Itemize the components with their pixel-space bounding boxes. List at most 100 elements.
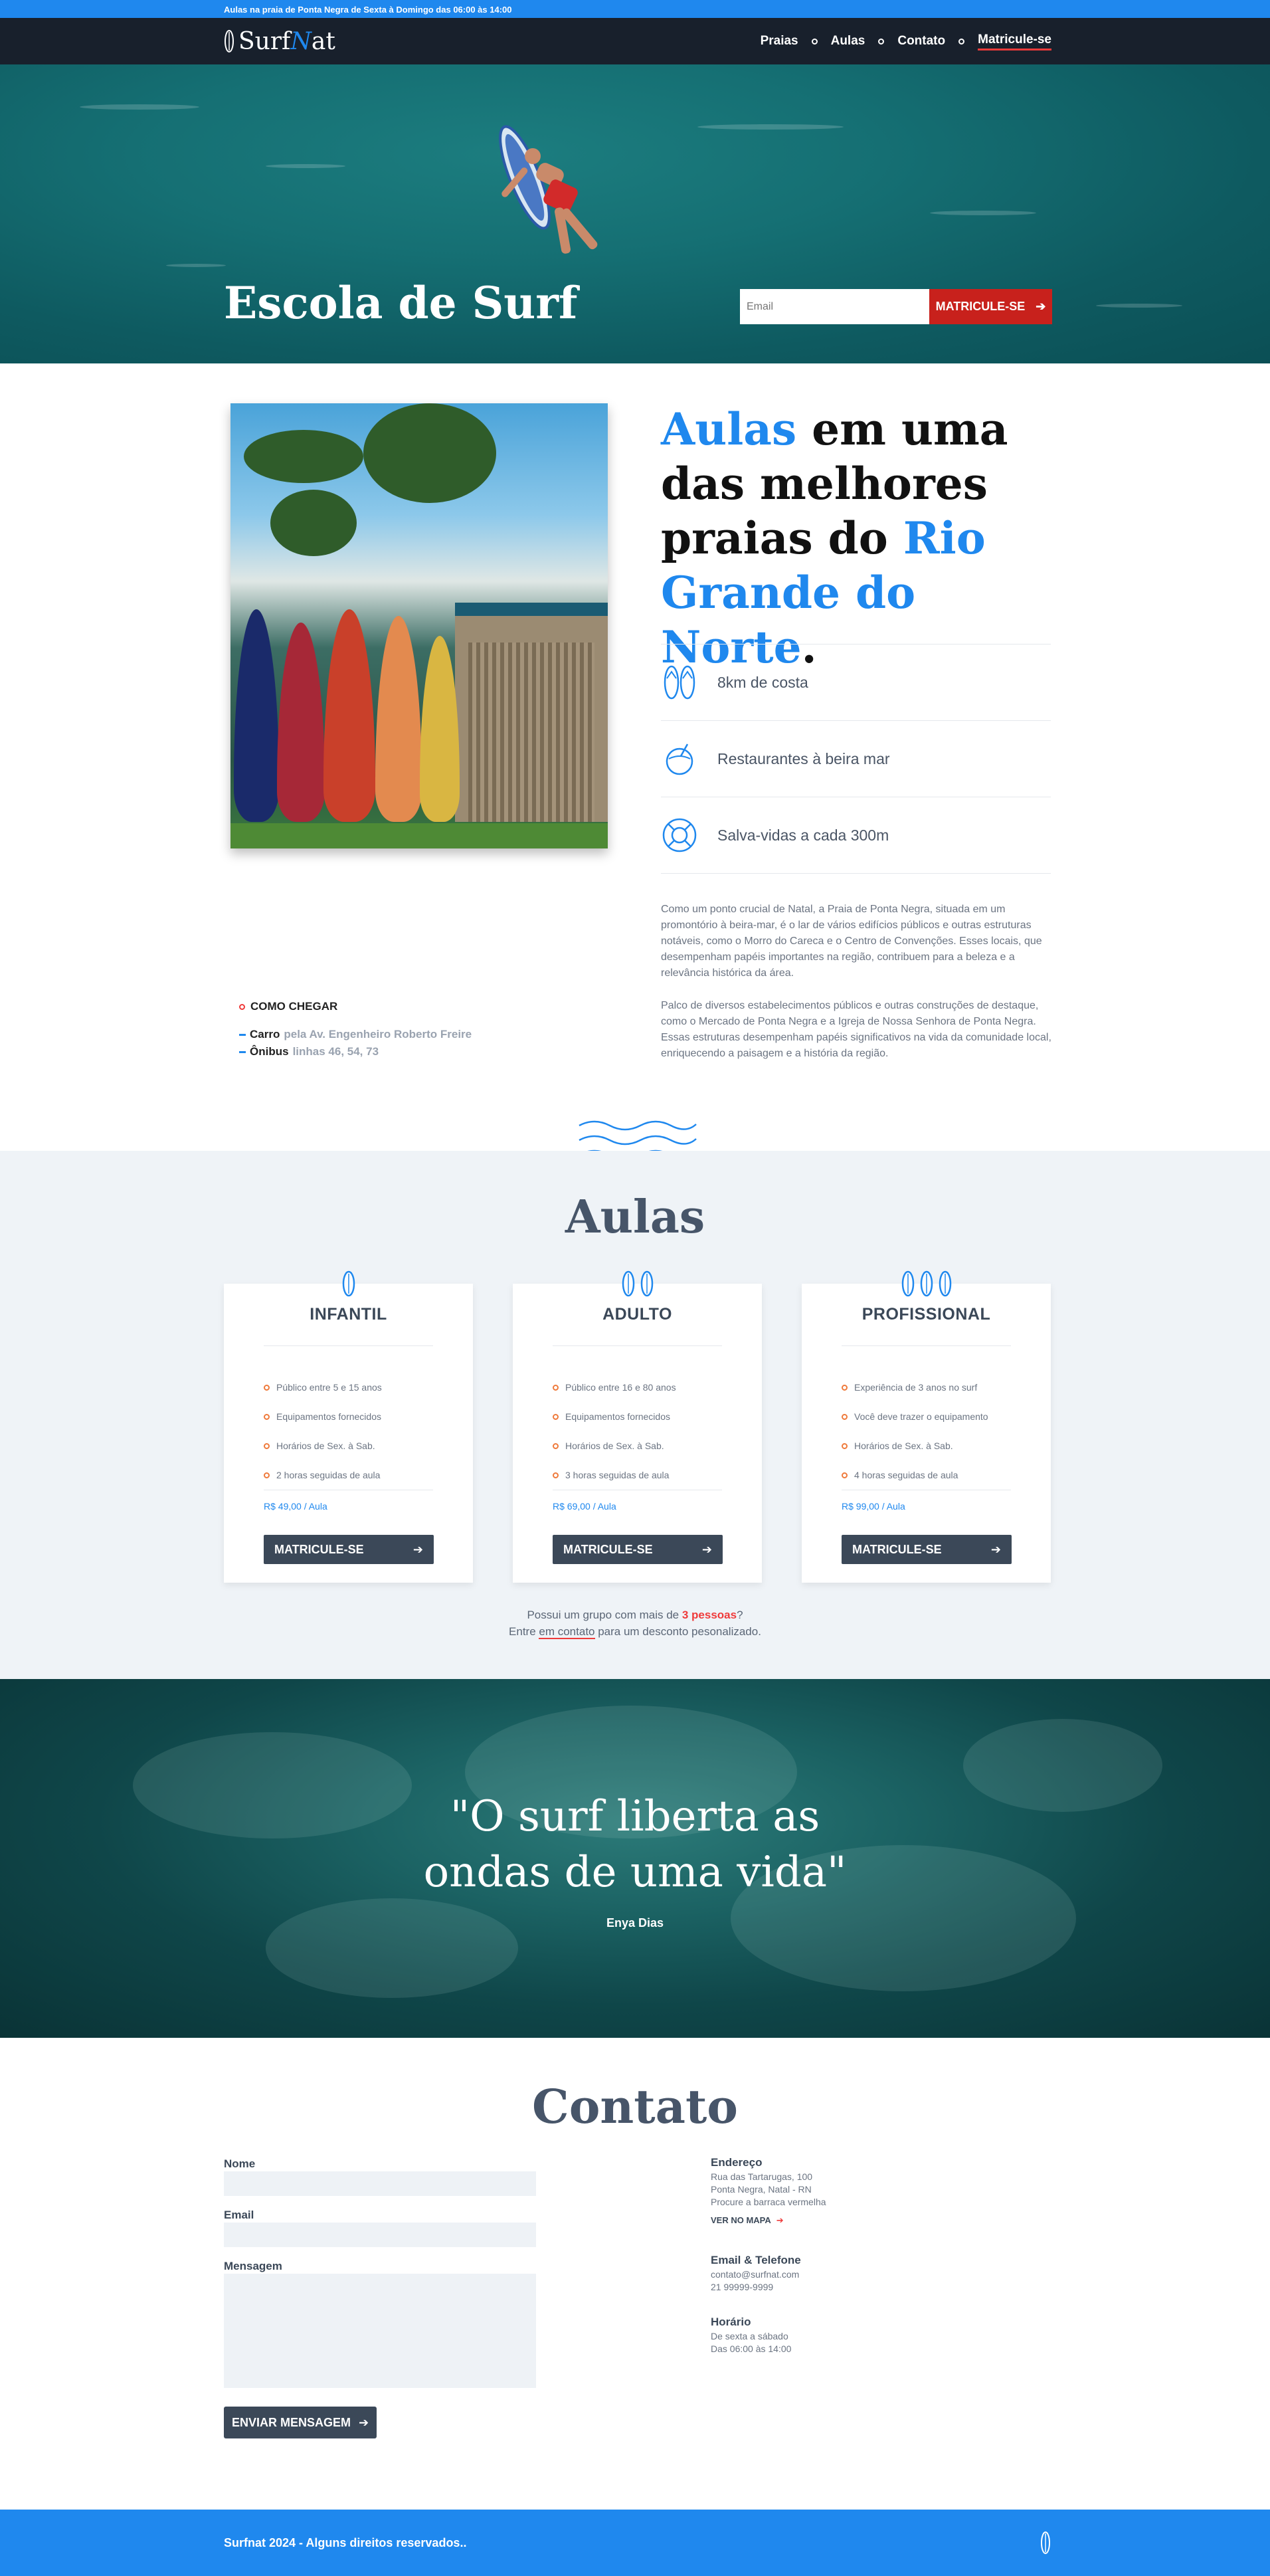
- nav-link-contato[interactable]: Contato: [897, 34, 945, 49]
- class-enroll-button[interactable]: MATRICULE-SE ➔: [264, 1535, 434, 1564]
- class-enroll-button[interactable]: MATRICULE-SE ➔: [553, 1535, 723, 1564]
- footer-copyright: Surfnat 2024 - Alguns direitos reservado…: [224, 2535, 467, 2549]
- class-card-features: Experiência de 3 anos no surf Você deve …: [842, 1373, 988, 1490]
- feature-list: 8km de costa Restaurantes à beira mar Sa…: [661, 644, 1051, 874]
- footer: Surfnat 2024 - Alguns direitos reservado…: [0, 2510, 1270, 2576]
- class-feature: Equipamentos fornecidos: [553, 1402, 676, 1431]
- class-price: R$ 69,00 / Aula: [553, 1501, 616, 1512]
- feature-item: 8km de costa: [661, 644, 1051, 721]
- intro-headline: Aulas em uma das melhores praias do Rio …: [661, 403, 1008, 673]
- feature-item: Restaurantes à beira mar: [661, 721, 1051, 797]
- lifebuoy-icon: [661, 817, 697, 854]
- surfboards-photo: [230, 403, 608, 848]
- send-message-button[interactable]: ENVIAR MENSAGEM ➔: [224, 2407, 377, 2438]
- surfboard-icons: [513, 1270, 762, 1297]
- directions-item: Ônibus linhas 46, 54, 73: [239, 1045, 472, 1058]
- contact-info-heading: Email & Telefone: [711, 2254, 801, 2266]
- class-card-adulto: ADULTO Público entre 16 e 80 anos Equipa…: [513, 1270, 762, 1583]
- surfboard-logo-icon: [1041, 2531, 1050, 2554]
- surfboard-icon: [920, 1270, 933, 1297]
- announcement-bar: Aulas na praia de Ponta Negra de Sexta à…: [0, 0, 1270, 18]
- quote-text: "O surf liberta as ondas de uma vida": [423, 1792, 847, 1897]
- contact-title: Contato: [531, 2079, 738, 2134]
- surfboard-icon: [640, 1270, 653, 1297]
- class-card-title: PROFISSIONAL: [862, 1305, 991, 1324]
- class-card-features: Público entre 16 e 80 anos Equipamentos …: [553, 1373, 676, 1490]
- nav-separator-dot: [958, 38, 965, 45]
- surfboard-icon: [342, 1270, 355, 1297]
- arrow-right-icon: ➔: [990, 1542, 1001, 1556]
- view-map-link[interactable]: VER NO MAPA ➔: [711, 2214, 826, 2227]
- arrow-right-icon: ➔: [358, 2415, 369, 2429]
- class-feature: 2 horas seguidas de aula: [264, 1460, 382, 1490]
- intro-paragraph: Palco de diversos estabelecimentos públi…: [661, 1000, 1051, 1059]
- surfboard-icons: [802, 1270, 1051, 1297]
- contact-section: Contato Nome Email Mensagem ENVIAR MENSA…: [0, 2038, 1270, 2510]
- class-feature: Público entre 5 e 15 anos: [264, 1373, 382, 1402]
- surfboard-icon: [622, 1270, 634, 1297]
- quote-section: "O surf liberta as ondas de uma vida" En…: [0, 1679, 1270, 2038]
- message-field[interactable]: [224, 2274, 536, 2388]
- hero-title: Escola de Surf: [224, 277, 578, 329]
- feature-label: Salva-vidas a cada 300m: [717, 826, 889, 844]
- directions-item: Carro pela Av. Engenheiro Roberto Freire: [239, 1028, 472, 1041]
- directions: COMO CHEGAR Carro pela Av. Engenheiro Rob…: [239, 1000, 472, 1062]
- feature-label: Restaurantes à beira mar: [717, 749, 890, 767]
- quote-author: Enya Dias: [606, 1916, 664, 1930]
- hero-signup-form: MATRICULE-SE➔: [740, 289, 1052, 324]
- nav-separator-dot: [811, 38, 818, 45]
- class-feature: Equipamentos fornecidos: [264, 1402, 382, 1431]
- class-price: R$ 49,00 / Aula: [264, 1501, 327, 1512]
- feature-label: 8km de costa: [717, 673, 808, 691]
- class-price: R$ 99,00 / Aula: [842, 1501, 905, 1512]
- nav-link-praias[interactable]: Praias: [761, 34, 798, 49]
- intro-section: Aulas em uma das melhores praias do Rio …: [0, 363, 1270, 1160]
- contact-link[interactable]: em contato: [539, 1625, 595, 1639]
- hero-enroll-button[interactable]: MATRICULE-SE ➔: [929, 289, 1052, 324]
- feature-item: Salva-vidas a cada 300m: [661, 797, 1051, 874]
- circle-bullet-icon: [239, 1003, 245, 1010]
- nav-link-matricule[interactable]: Matricule-se: [978, 33, 1051, 50]
- class-enroll-button[interactable]: MATRICULE-SE ➔: [842, 1535, 1012, 1564]
- name-field[interactable]: [224, 2171, 536, 2196]
- hero-email-input[interactable]: [740, 289, 929, 324]
- email-label: Email: [224, 2209, 254, 2221]
- nav-link-aulas[interactable]: Aulas: [831, 34, 865, 49]
- email-field[interactable]: [224, 2223, 536, 2247]
- arrow-right-icon: ➔: [412, 1542, 423, 1556]
- surfboard-icon: [939, 1270, 951, 1297]
- class-card-features: Público entre 5 e 15 anos Equipamentos f…: [264, 1373, 382, 1490]
- class-feature: Experiência de 3 anos no surf: [842, 1373, 988, 1402]
- address-heading: Endereço: [711, 2156, 763, 2169]
- intro-description: Como um ponto crucial de Natal, a Praia …: [661, 902, 1053, 1062]
- nav-links: Praias Aulas Contato Matricule-se: [761, 33, 1051, 50]
- address-block: Endereço Rua das Tartarugas, 100 Ponta N…: [711, 2156, 826, 2227]
- directions-heading: COMO CHEGAR: [250, 1000, 338, 1013]
- class-feature: Horários de Sex. à Sab.: [264, 1431, 382, 1460]
- logo-text: SurfNat: [238, 27, 335, 55]
- classes-title: Aulas: [565, 1191, 705, 1244]
- class-card-title: ADULTO: [602, 1305, 672, 1324]
- hours-heading: Horário: [711, 2316, 751, 2328]
- intro-paragraph: Como um ponto crucial de Natal, a Praia …: [661, 904, 1042, 979]
- flip-flops-icon: [661, 664, 697, 701]
- class-feature: Você deve trazer o equipamento: [842, 1402, 988, 1431]
- announcement-text: Aulas na praia de Ponta Negra de Sexta à…: [224, 5, 512, 15]
- class-feature: 4 horas seguidas de aula: [842, 1460, 988, 1490]
- contact-info-block: Email & Telefone contato@surfnat.com 21 …: [711, 2254, 801, 2292]
- logo[interactable]: SurfNat: [224, 28, 335, 55]
- surfboard-logo-icon: [225, 30, 234, 52]
- class-feature: 3 horas seguidas de aula: [553, 1460, 676, 1490]
- surfboard-icon: [901, 1270, 914, 1297]
- hours-block: Horário De sexta a sábado Das 06:00 às 1…: [711, 2316, 792, 2354]
- main-nav: SurfNat Praias Aulas Contato Matricule-s…: [0, 18, 1270, 64]
- class-card-profissional: PROFISSIONAL Experiência de 3 anos no su…: [802, 1270, 1051, 1583]
- nav-separator-dot: [878, 38, 885, 45]
- class-feature: Horários de Sex. à Sab.: [553, 1431, 676, 1460]
- arrow-right-icon: ➔: [776, 2215, 784, 2225]
- arrow-right-icon: ➔: [701, 1542, 712, 1556]
- classes-section: Aulas INFANTIL Público entre 5 e 15 anos…: [0, 1151, 1270, 1679]
- arrow-right-icon: ➔: [1036, 300, 1046, 313]
- class-feature: Público entre 16 e 80 anos: [553, 1373, 676, 1402]
- class-card-infantil: INFANTIL Público entre 5 e 15 anos Equip…: [224, 1270, 473, 1583]
